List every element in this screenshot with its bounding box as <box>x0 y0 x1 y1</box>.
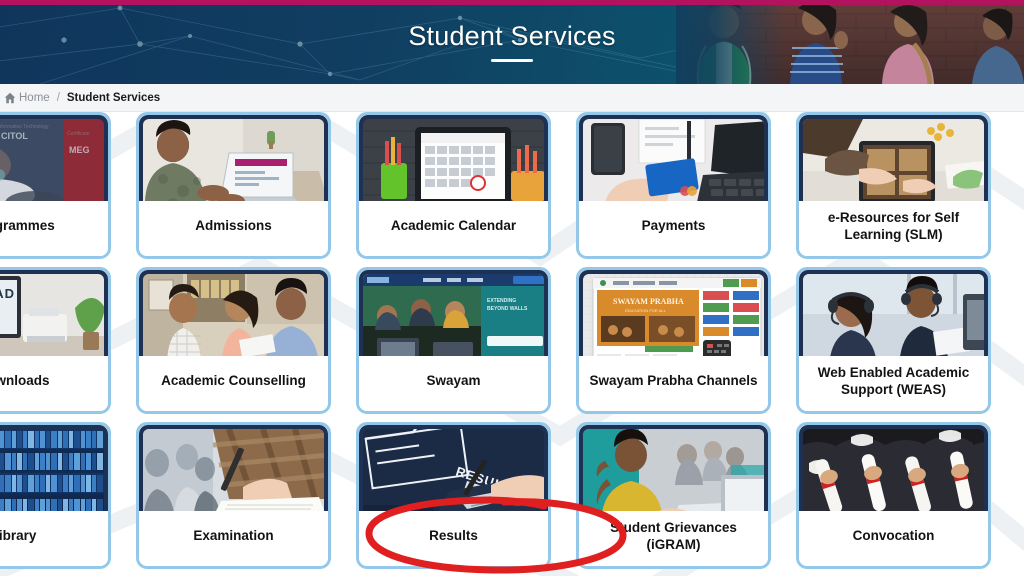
card-label: Convocation <box>799 511 988 566</box>
card-image-frame <box>799 425 988 511</box>
programmes-collage-thumbnail: CITOL MEG CLASS Information Technology C… <box>0 119 104 201</box>
card-image-frame: DOWNLOAD <box>0 270 108 356</box>
card-label: Web Enabled Academic Support (WEAS) <box>799 356 988 411</box>
svg-text:BEYOND WALLS: BEYOND WALLS <box>487 306 528 312</box>
card-label: Student Grievances (iGRAM) <box>579 511 768 566</box>
services-row: DOWNLOAD Downloads <box>0 267 1024 414</box>
card-image-frame <box>139 115 328 201</box>
student-at-laptop-thumbnail <box>143 119 324 201</box>
card-image-frame <box>0 425 108 511</box>
card-image-frame: SWAYAM PRABHA EDUCATION FOR ALL <box>579 270 768 356</box>
page-title: Student Services <box>408 20 616 51</box>
service-card-examination[interactable]: Examination <box>136 422 331 569</box>
svg-text:Certificate: Certificate <box>67 131 90 137</box>
svg-text:CITOL: CITOL <box>1 131 28 141</box>
service-card-results[interactable]: RESULTS Results <box>356 422 551 569</box>
svg-text:SWAYAM PRABHA: SWAYAM PRABHA <box>613 297 684 306</box>
home-icon <box>3 91 16 104</box>
students-writing-exam-thumbnail <box>143 429 324 511</box>
service-card-library[interactable]: Library <box>0 422 111 569</box>
service-card-swayam[interactable]: EXTENDING BEYOND WALLS Swayam <box>356 267 551 414</box>
services-row: CITOL MEG CLASS Information Technology C… <box>0 112 1024 259</box>
results-clipboard-thumbnail: RESULTS <box>363 429 544 511</box>
card-image-frame: EXTENDING BEYOND WALLS <box>359 270 548 356</box>
banner-title-block: Student Services <box>0 0 1024 84</box>
service-card-convocation[interactable]: Convocation <box>796 422 991 569</box>
counselling-meeting-thumbnail <box>143 274 324 356</box>
card-image-frame <box>799 115 988 201</box>
service-card-academic-counselling[interactable]: Academic Counselling <box>136 267 331 414</box>
graduates-with-diplomas-thumbnail <box>803 429 984 511</box>
card-label: Academic Calendar <box>359 201 548 256</box>
card-image-frame: CITOL MEG CLASS Information Technology C… <box>0 115 108 201</box>
card-label: Examination <box>139 511 328 566</box>
card-image-frame <box>799 270 988 356</box>
card-image-frame: RESULTS <box>359 425 548 511</box>
card-label: Results <box>359 511 548 566</box>
service-card-payments[interactable]: Payments <box>576 112 771 259</box>
card-label: e-Resources for Self Learning (SLM) <box>799 201 988 256</box>
breadcrumb-current: Student Services <box>66 91 161 104</box>
card-label: Swayam Prabha Channels <box>579 356 768 411</box>
service-card-admissions[interactable]: Admissions <box>136 112 331 259</box>
service-card-weas[interactable]: Web Enabled Academic Support (WEAS) <box>796 267 991 414</box>
services-row: Library <box>0 422 1024 569</box>
page-banner: Student Services <box>0 0 1024 84</box>
breadcrumb-link-home[interactable]: Home <box>19 92 50 104</box>
headset-support-agents-thumbnail <box>803 274 984 356</box>
svg-text:MEG: MEG <box>69 145 90 155</box>
card-image-frame <box>139 270 328 356</box>
service-card-programmes[interactable]: CITOL MEG CLASS Information Technology C… <box>0 112 111 259</box>
library-bookshelves-thumbnail <box>0 429 104 511</box>
service-card-swayam-prabha-channels[interactable]: SWAYAM PRABHA EDUCATION FOR ALL Swayam P… <box>576 267 771 414</box>
banner-accent-stripe <box>0 0 1024 5</box>
svg-text:EXTENDING: EXTENDING <box>487 298 516 304</box>
card-label: Academic Counselling <box>139 356 328 411</box>
card-label: Admissions <box>139 201 328 256</box>
download-screen-thumbnail: DOWNLOAD <box>0 274 104 356</box>
service-card-academic-calendar[interactable]: Academic Calendar <box>356 112 551 259</box>
tablet-e-learning-thumbnail <box>803 119 984 201</box>
student-at-computer-thumbnail <box>583 429 764 511</box>
card-label: Downloads <box>0 356 108 411</box>
card-image-frame <box>359 115 548 201</box>
service-card-downloads[interactable]: DOWNLOAD Downloads <box>0 267 111 414</box>
svg-text:Information Technology: Information Technology <box>0 124 49 130</box>
student-services-page: Student Services Home / Student Services <box>0 0 1024 576</box>
svg-text:EDUCATION FOR ALL: EDUCATION FOR ALL <box>625 308 667 313</box>
card-image-frame <box>139 425 328 511</box>
service-card-student-grievances-igram[interactable]: Student Grievances (iGRAM) <box>576 422 771 569</box>
card-label: Payments <box>579 201 768 256</box>
tablet-calendar-desk-thumbnail <box>363 119 544 201</box>
card-label: Programmes <box>0 201 108 256</box>
card-image-frame <box>579 115 768 201</box>
service-card-e-resources-slm[interactable]: e-Resources for Self Learning (SLM) <box>796 112 991 259</box>
hand-holding-credit-card-thumbnail <box>583 119 764 201</box>
card-label: Swayam <box>359 356 548 411</box>
swayam-prabha-portal-thumbnail: SWAYAM PRABHA EDUCATION FOR ALL <box>583 274 764 356</box>
title-underline-accent <box>491 58 533 62</box>
services-grid: CITOL MEG CLASS Information Technology C… <box>0 112 1024 569</box>
svg-text:DOWNLOAD: DOWNLOAD <box>0 286 15 301</box>
card-label: Library <box>0 511 108 566</box>
card-image-frame <box>579 425 768 511</box>
breadcrumb: Home / Student Services <box>0 84 1024 112</box>
breadcrumb-separator: / <box>56 91 60 104</box>
swayam-portal-screen-thumbnail: EXTENDING BEYOND WALLS <box>363 274 544 356</box>
